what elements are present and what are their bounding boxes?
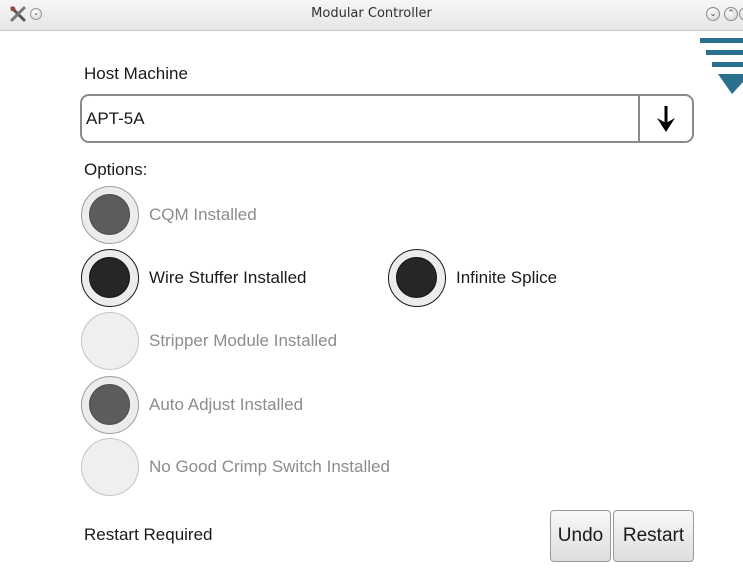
- restart-required-status: Restart Required: [84, 525, 213, 544]
- auto-adjust-installed-label: Auto Adjust Installed: [149, 395, 304, 414]
- cqm-installed-label: CQM Installed: [149, 205, 257, 224]
- no-good-crimp-switch-installed-label: No Good Crimp Switch Installed: [149, 457, 390, 476]
- restart-button[interactable]: Restart: [613, 510, 694, 562]
- title-bar: Modular Controller ⌄ ⌃: [0, 0, 743, 31]
- host-machine-label: Host Machine: [84, 64, 188, 83]
- stripper-module-installed-radio[interactable]: [81, 312, 139, 370]
- window-title: Modular Controller: [311, 6, 432, 21]
- auto-adjust-installed-radio[interactable]: [81, 376, 139, 434]
- no-good-crimp-switch-installed-radio[interactable]: [81, 438, 139, 496]
- logo-icon: [700, 32, 743, 98]
- wire-stuffer-installed-radio[interactable]: [81, 249, 139, 307]
- wire-stuffer-installed-label: Wire Stuffer Installed: [149, 268, 307, 287]
- infinite-splice-label: Infinite Splice: [456, 268, 558, 287]
- maximize-icon[interactable]: ⌃: [724, 7, 738, 21]
- modular-controller-window: Modular Controller ⌄ ⌃ Host Machine APT-…: [0, 0, 743, 588]
- dropdown-button[interactable]: [638, 96, 692, 141]
- undo-button[interactable]: Undo: [550, 510, 611, 562]
- host-machine-selected-value: APT-5A: [86, 109, 145, 128]
- cqm-installed-radio[interactable]: [81, 186, 139, 244]
- options-label: Options:: [84, 160, 148, 179]
- infinite-splice-radio[interactable]: [388, 249, 446, 307]
- host-machine-dropdown[interactable]: APT-5A: [80, 94, 694, 143]
- minimize-icon[interactable]: ⌄: [706, 7, 720, 21]
- stripper-module-installed-label: Stripper Module Installed: [149, 331, 338, 350]
